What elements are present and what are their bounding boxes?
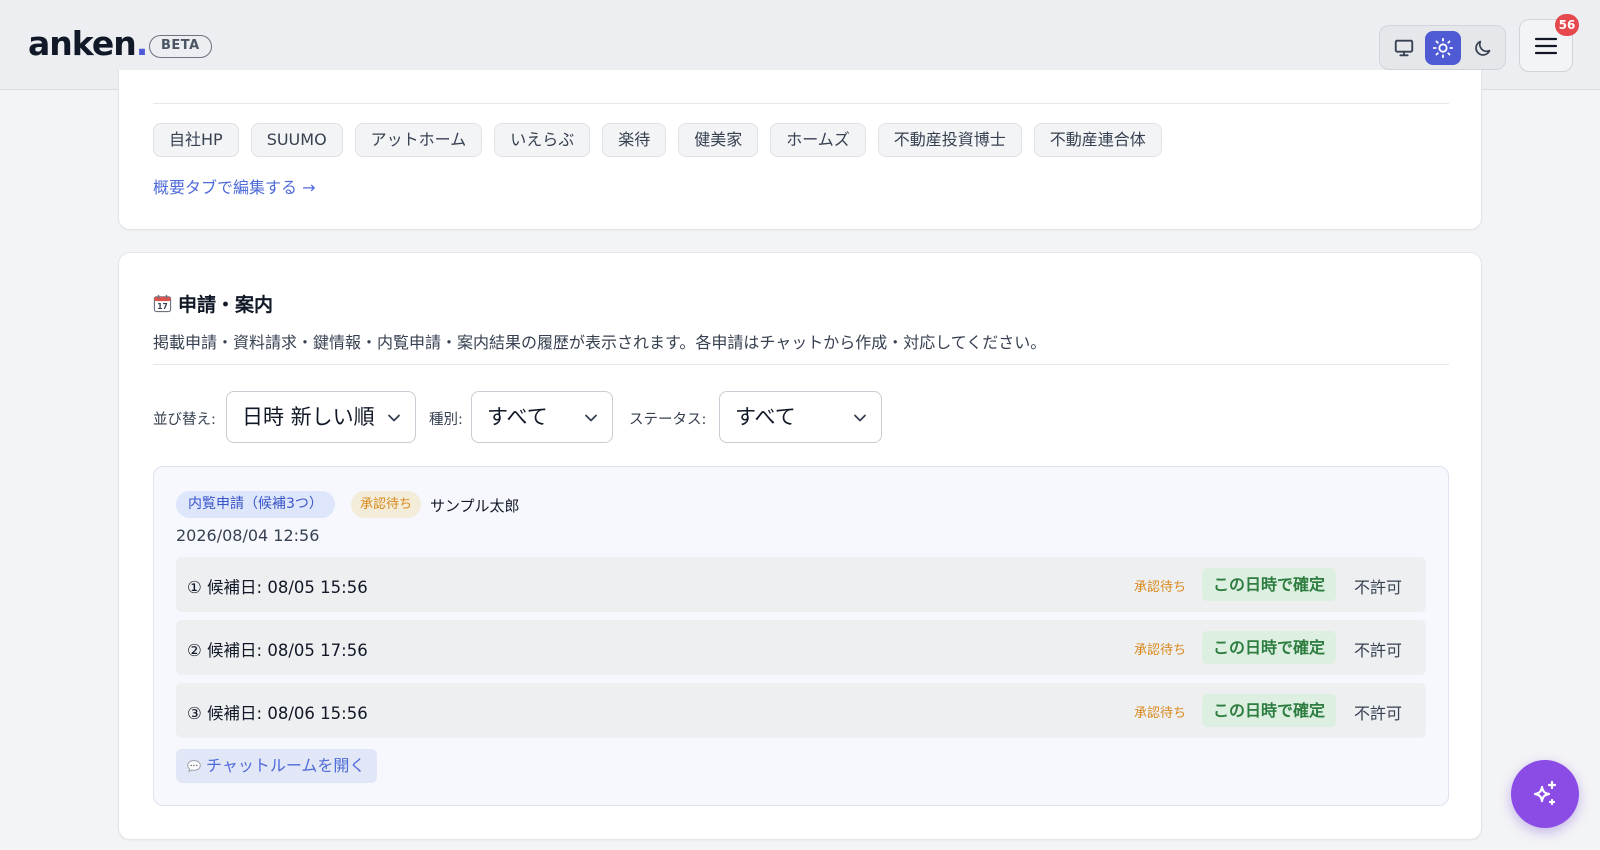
section-title: 17 申請・案内 bbox=[153, 290, 273, 317]
candidate-status: 承認待ち bbox=[1134, 580, 1187, 595]
confirm-datetime-button[interactable]: この日時で確定 bbox=[1202, 568, 1337, 601]
confirm-datetime-button[interactable]: この日時で確定 bbox=[1202, 694, 1337, 727]
portal-tag: 楽待 bbox=[602, 123, 667, 157]
theme-light-button[interactable] bbox=[1425, 31, 1461, 65]
open-chat-room-button[interactable]: チャットルームを開く bbox=[176, 749, 378, 783]
svg-text:17: 17 bbox=[157, 302, 168, 311]
ai-assistant-button[interactable] bbox=[1511, 760, 1579, 828]
chevron-down-icon bbox=[388, 414, 400, 422]
sort-select-value: 日時 新しい順 bbox=[242, 405, 375, 429]
type-select-value: すべて bbox=[487, 405, 548, 429]
moon-icon bbox=[1474, 40, 1490, 56]
speech-bubble-icon bbox=[187, 759, 201, 773]
sun-icon bbox=[1432, 37, 1454, 59]
theme-switcher bbox=[1379, 25, 1506, 70]
deny-button[interactable]: 不許可 bbox=[1354, 637, 1402, 661]
app-logo[interactable]: anken. bbox=[28, 24, 149, 63]
portal-tag: いえらぶ bbox=[494, 123, 591, 157]
type-select[interactable]: すべて bbox=[471, 391, 613, 443]
filter-row: 並び替え: 日時 新しい順 種別: すべて ステータス: すべて bbox=[153, 391, 1153, 443]
divider bbox=[153, 103, 1449, 104]
divider bbox=[153, 364, 1449, 365]
candidate-label: ③ 候補日: 08/06 15:56 bbox=[187, 704, 368, 723]
open-chat-room-label: チャットルームを開く bbox=[206, 756, 366, 775]
candidate-row: ① 候補日: 08/05 15:56 承認待ち この日時で確定 不許可 bbox=[176, 557, 1426, 612]
theme-system-button[interactable] bbox=[1386, 31, 1422, 65]
portal-card: 自社HP SUUMO アットホーム いえらぶ 楽待 健美家 ホームズ 不動産投資… bbox=[118, 70, 1482, 230]
request-type-pill: 内覧申請（候補3つ） bbox=[176, 491, 335, 518]
portal-tag: 自社HP bbox=[153, 123, 239, 157]
candidate-label: ① 候補日: 08/05 15:56 bbox=[187, 578, 368, 597]
candidate-status: 承認待ち bbox=[1134, 706, 1187, 721]
section-description: 掲載申請・資料請求・鍵情報・内覧申請・案内結果の履歴が表示されます。各申請はチャ… bbox=[153, 333, 1047, 352]
chevron-down-icon bbox=[585, 414, 597, 422]
request-date: 2026/08/04 12:56 bbox=[176, 526, 320, 545]
portal-tag: ホームズ bbox=[770, 123, 866, 157]
hamburger-icon bbox=[1534, 37, 1558, 54]
portal-tag: SUUMO bbox=[250, 123, 343, 157]
logo-dot: . bbox=[135, 24, 149, 63]
request-status-pill: 承認待ち bbox=[351, 491, 422, 518]
sort-select[interactable]: 日時 新しい順 bbox=[226, 391, 416, 443]
candidate-row: ② 候補日: 08/05 17:56 承認待ち この日時で確定 不許可 bbox=[176, 620, 1426, 675]
portal-tag: アットホーム bbox=[354, 123, 483, 157]
sort-label: 並び替え: bbox=[153, 412, 216, 428]
type-label: 種別: bbox=[429, 412, 463, 428]
requester-name: サンプル太郎 bbox=[430, 497, 520, 515]
sparkle-icon bbox=[1533, 780, 1557, 806]
candidate-row: ③ 候補日: 08/06 15:56 承認待ち この日時で確定 不許可 bbox=[176, 683, 1426, 738]
status-label: ステータス: bbox=[629, 412, 707, 428]
theme-dark-button[interactable] bbox=[1464, 31, 1500, 65]
beta-badge: BETA bbox=[149, 35, 212, 58]
portal-tag: 不動産連合体 bbox=[1033, 123, 1162, 157]
candidate-status: 承認待ち bbox=[1134, 643, 1187, 658]
candidate-label: ② 候補日: 08/05 17:56 bbox=[187, 641, 368, 660]
portal-tag: 健美家 bbox=[678, 123, 759, 157]
status-select[interactable]: すべて bbox=[719, 391, 882, 443]
portal-tag-list: 自社HP SUUMO アットホーム いえらぶ 楽待 健美家 ホームズ 不動産投資… bbox=[153, 123, 1162, 157]
chevron-down-icon bbox=[854, 414, 866, 422]
confirm-datetime-button[interactable]: この日時で確定 bbox=[1202, 631, 1337, 664]
notification-badge: 56 bbox=[1555, 14, 1579, 36]
portal-tag: 不動産投資博士 bbox=[877, 123, 1022, 157]
deny-button[interactable]: 不許可 bbox=[1354, 574, 1402, 598]
status-select-value: すべて bbox=[735, 405, 796, 429]
applications-card: 17 申請・案内 掲載申請・資料請求・鍵情報・内覧申請・案内結果の履歴が表示され… bbox=[118, 252, 1482, 840]
section-title-text: 申請・案内 bbox=[178, 294, 274, 316]
logo-text: anken bbox=[28, 24, 137, 63]
calendar-icon: 17 bbox=[153, 294, 172, 313]
request-item: 内覧申請（候補3つ） 承認待ち サンプル太郎 2026/08/04 12:56 … bbox=[153, 466, 1449, 806]
deny-button[interactable]: 不許可 bbox=[1354, 700, 1402, 724]
monitor-icon bbox=[1394, 39, 1414, 57]
edit-in-overview-link[interactable]: 概要タブで編集する → bbox=[153, 174, 316, 198]
